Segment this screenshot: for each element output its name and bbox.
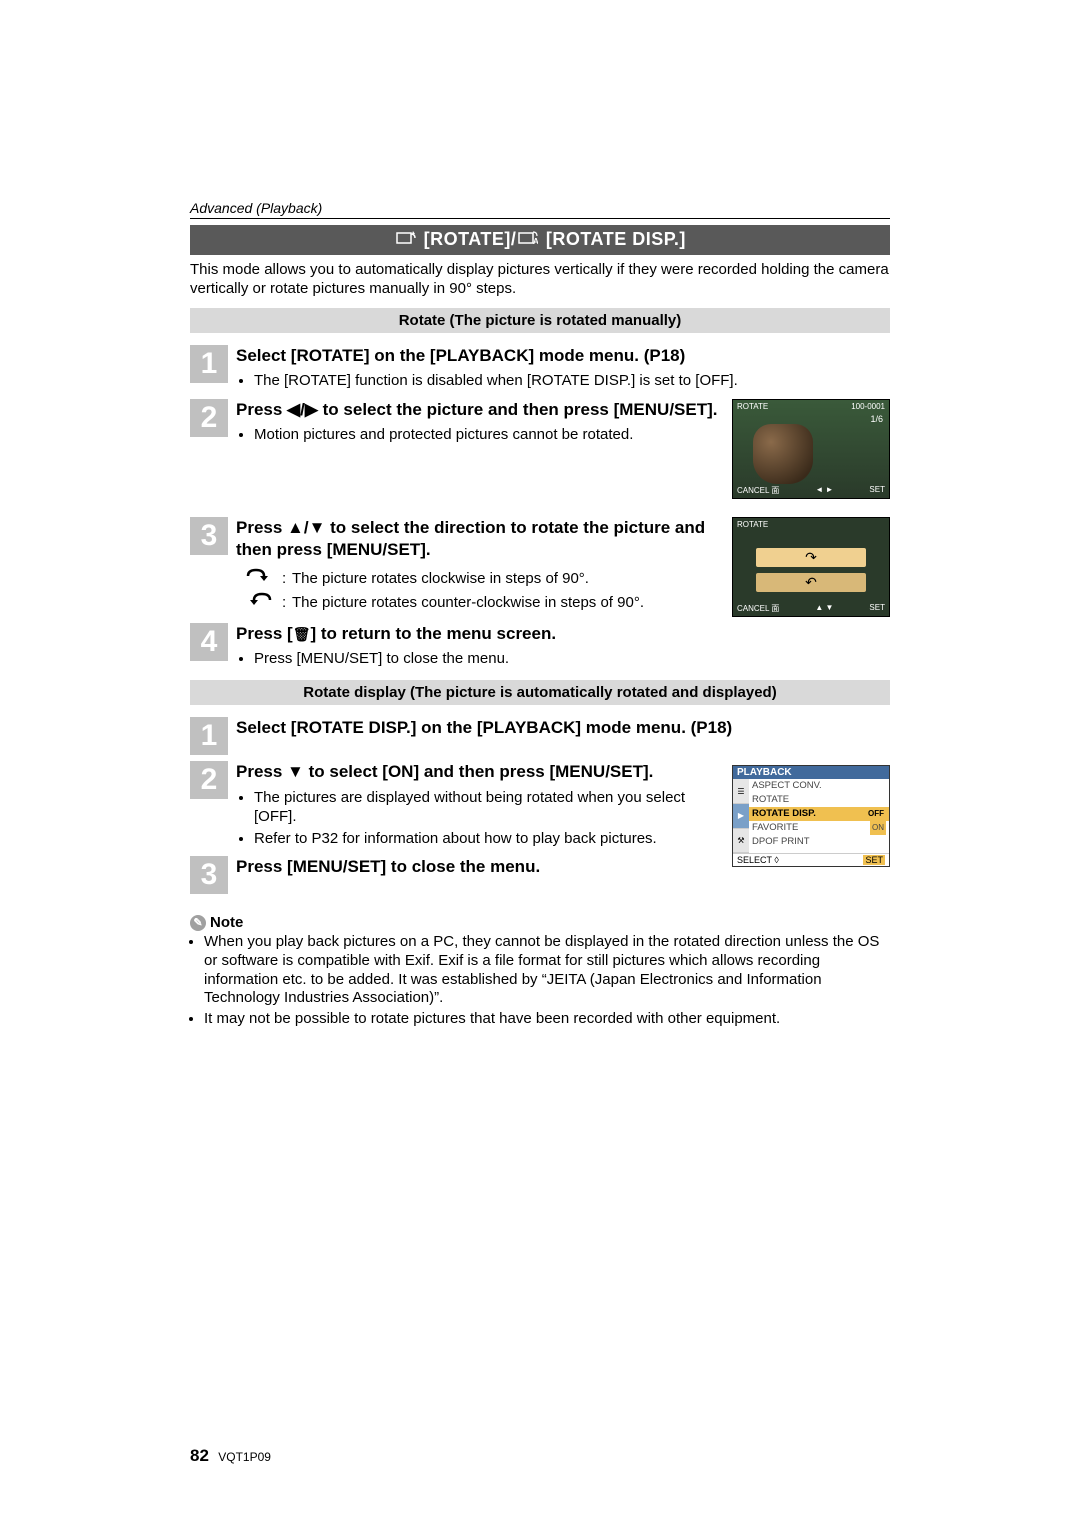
left-right-icon: ◀/▶ [287, 400, 318, 419]
note-bullet: It may not be possible to rotate picture… [204, 1010, 890, 1029]
menu-item: ROTATE DISP.OFF [749, 807, 889, 821]
step-bullet: Press [MENU/SET] to close the menu. [254, 649, 890, 669]
step-number: 3 [190, 517, 228, 555]
step-title: Press [MENU/SET] to close the menu. [236, 856, 722, 878]
step-title: Press ▼ to select [ON] and then press [M… [236, 761, 722, 783]
camera-screenshot-rotate: ROTATE ↷ ↶ CANCEL 面 ▲ ▼ SET [732, 517, 890, 617]
page-title: [ROTATE]/ A [ROTATE DISP.] [190, 225, 890, 255]
disp-step-1: 1 Select [ROTATE DISP.] on the [PLAYBACK… [190, 717, 890, 755]
disp-step-2: 2 Press ▼ to select [ON] and then press … [190, 761, 722, 850]
trash-icon: 🗑 [293, 626, 311, 642]
step-number: 1 [190, 345, 228, 383]
intro-text: This mode allows you to automatically di… [190, 261, 890, 299]
rotate-ccw-option: ↶ [756, 573, 865, 592]
menu-item: DPOF PRINT [749, 835, 889, 849]
rotate-ccw-icon [236, 591, 282, 613]
rotate-cw-icon [236, 567, 282, 589]
step-bullet: The pictures are displayed without being… [254, 788, 722, 827]
step-title: Press ▲/▼ to select the direction to rot… [236, 517, 722, 561]
menu-item: ASPECT CONV. [749, 779, 889, 793]
step-1: 1 Select [ROTATE] on the [PLAYBACK] mode… [190, 345, 890, 393]
subheader-rotate-disp: Rotate display (The picture is automatic… [190, 680, 890, 705]
rotate-cw-option: ↷ [756, 548, 865, 567]
menu-item: FAVORITEON [749, 821, 889, 835]
step-number: 2 [190, 399, 228, 437]
camera-screenshot-select: ROTATE 100-0001 1/6 CANCEL 面 ◄ ► SET [732, 399, 890, 499]
step-4: 4 Press [🗑] to return to the menu screen… [190, 623, 890, 671]
step-title: Press ◀/▶ to select the picture and then… [236, 399, 722, 421]
divider [190, 218, 890, 219]
menu-tab-setup: ⚒ [733, 829, 749, 854]
note-icon: ✎ [190, 915, 206, 931]
note-heading: ✎ Note [190, 914, 890, 931]
step-title: Select [ROTATE DISP.] on the [PLAYBACK] … [236, 717, 890, 739]
subheader-rotate: Rotate (The picture is rotated manually) [190, 308, 890, 333]
step-number: 1 [190, 717, 228, 755]
menu-tab: ☰ [733, 779, 749, 804]
step-title: Press [🗑] to return to the menu screen. [236, 623, 890, 645]
step-bullet: Motion pictures and protected pictures c… [254, 425, 722, 445]
page-number: 82 [190, 1446, 209, 1465]
step-number: 2 [190, 761, 228, 799]
up-down-icon: ▲/▼ [287, 518, 325, 537]
step-number: 3 [190, 856, 228, 894]
doc-code: VQT1P09 [218, 1450, 271, 1464]
menu-tab-playback: ▶ [733, 804, 749, 829]
step-bullet: The [ROTATE] function is disabled when [… [254, 371, 890, 391]
step-3: 3 Press ▲/▼ to select the direction to r… [190, 517, 722, 561]
step-bullet: Refer to P32 for information about how t… [254, 829, 722, 849]
disp-step-3: 3 Press [MENU/SET] to close the menu. [190, 856, 722, 894]
camera-menu-screenshot: PLAYBACK ☰ ▶ ⚒ ASPECT CONV.ROTATEROTATE … [732, 765, 890, 867]
menu-item: ROTATE [749, 793, 889, 807]
section-label: Advanced (Playback) [190, 200, 890, 216]
step-number: 4 [190, 623, 228, 661]
note-bullet: When you play back pictures on a PC, the… [204, 933, 890, 1008]
step-title: Select [ROTATE] on the [PLAYBACK] mode m… [236, 345, 890, 367]
step-2: 2 Press ◀/▶ to select the picture and th… [190, 399, 722, 447]
manual-page: Advanced (Playback) [ROTATE]/ A [ROTATE … [0, 0, 1080, 1526]
page-footer: 82 VQT1P09 [190, 1446, 271, 1466]
rotate-auto-icon: A [518, 230, 538, 251]
svg-text:A: A [533, 237, 538, 246]
rotate-icon [396, 230, 416, 251]
down-icon: ▼ [287, 762, 304, 781]
note-list: When you play back pictures on a PC, the… [190, 933, 890, 1029]
